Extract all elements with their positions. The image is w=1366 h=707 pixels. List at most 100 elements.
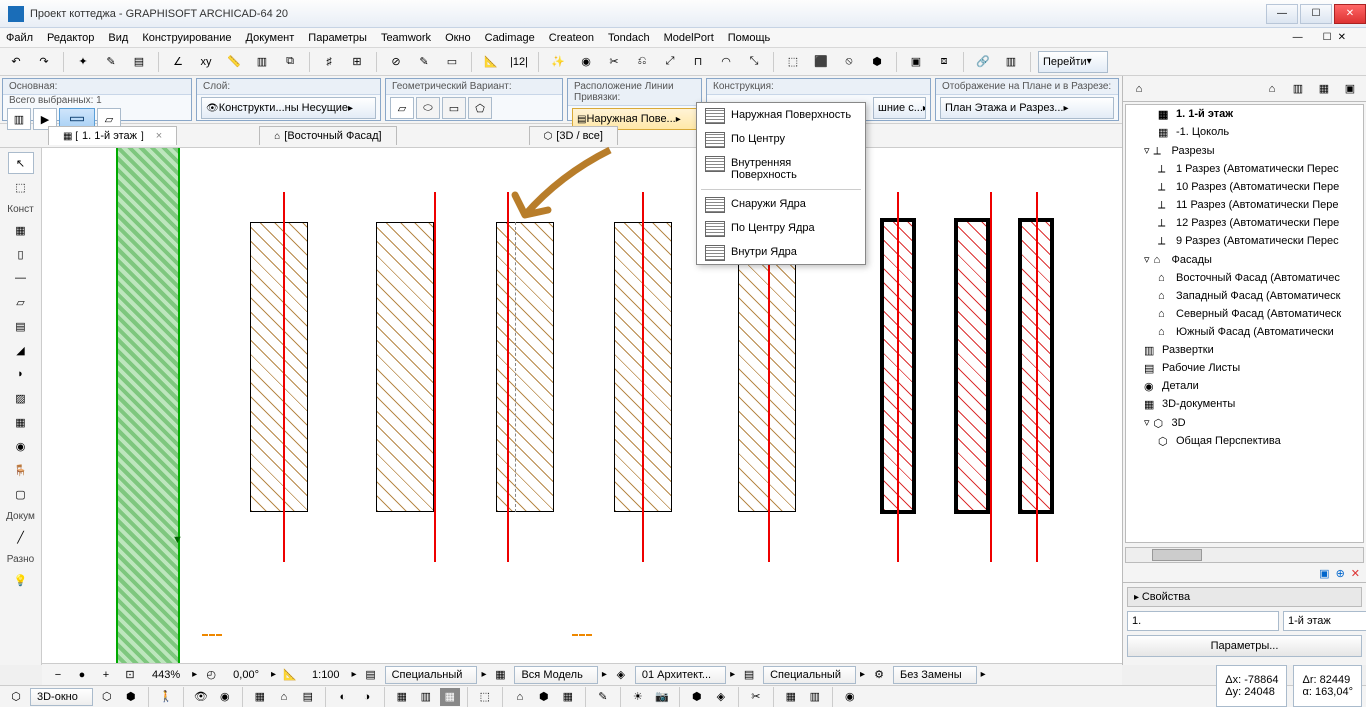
- zoom-in-button[interactable]: +: [96, 666, 116, 684]
- geo-trapezoid-button[interactable]: ▭: [442, 97, 466, 119]
- b9[interactable]: ⬚: [475, 688, 495, 706]
- nav-layouts-button[interactable]: ▦: [1312, 78, 1336, 100]
- explore-button[interactable]: 👁: [191, 688, 211, 706]
- view3d-dropdown[interactable]: 3D-окно: [30, 688, 93, 706]
- override-dropdown[interactable]: Специальный: [763, 666, 856, 684]
- orbit-button[interactable]: ◉: [215, 688, 235, 706]
- geo-curved-button[interactable]: ⬭: [416, 97, 440, 119]
- orient-button[interactable]: ◴: [201, 666, 221, 684]
- fill-button[interactable]: ▤: [127, 51, 151, 73]
- offset-button[interactable]: ◉: [574, 51, 598, 73]
- goto-dropdown[interactable]: Перейти ▾: [1038, 51, 1108, 73]
- measure-button[interactable]: 📐: [479, 51, 503, 73]
- b18[interactable]: ✂: [746, 688, 766, 706]
- new-view-button[interactable]: ▣: [1319, 567, 1329, 580]
- stair-tool[interactable]: ▤: [8, 315, 34, 337]
- mini-min-button[interactable]: —: [1293, 32, 1303, 43]
- b13[interactable]: ✎: [593, 688, 613, 706]
- mesh-tool[interactable]: ▨: [8, 387, 34, 409]
- close-button[interactable]: ✕: [1334, 4, 1366, 24]
- split-button[interactable]: ⎌: [630, 51, 654, 73]
- reno-dropdown[interactable]: Без Замены: [893, 666, 977, 684]
- nav-home-button[interactable]: ⌂: [1127, 78, 1151, 100]
- morph-tool[interactable]: ◉: [8, 435, 34, 457]
- menu-item-core-inside[interactable]: Внутри Ядра: [697, 240, 865, 264]
- menu-view[interactable]: Вид: [108, 32, 128, 44]
- xy-button[interactable]: xy: [194, 51, 218, 73]
- mini-close-button[interactable]: ✕: [1338, 32, 1346, 43]
- menu-item-center[interactable]: По Центру: [697, 127, 865, 151]
- menu-item-inner-face[interactable]: Внутренняя Поверхность: [697, 151, 865, 187]
- nav-project-button[interactable]: ⌂: [1260, 78, 1284, 100]
- menu-help[interactable]: Помощь: [728, 32, 771, 44]
- b8[interactable]: ▦: [440, 688, 460, 706]
- zoom-value[interactable]: 443%: [144, 669, 188, 681]
- resize-button[interactable]: ⤡: [742, 51, 766, 73]
- magic-button[interactable]: ✨: [546, 51, 570, 73]
- menu-window[interactable]: Окно: [445, 32, 471, 44]
- structure-dropdown[interactable]: шние с... ▸: [873, 97, 926, 119]
- penset-dropdown[interactable]: Специальный: [385, 666, 478, 684]
- beam-tool[interactable]: —: [8, 267, 34, 289]
- zoom-slider[interactable]: ●: [72, 666, 92, 684]
- column-tool[interactable]: ▯: [8, 243, 34, 265]
- b6[interactable]: ▦: [392, 688, 412, 706]
- wall-tool[interactable]: ▦: [8, 219, 34, 241]
- marquee-tool[interactable]: ⬚: [8, 176, 34, 198]
- geo-straight-button[interactable]: ▱: [390, 97, 414, 119]
- menu-modelport[interactable]: ModelPort: [664, 32, 714, 44]
- redo-button[interactable]: ↷: [32, 51, 56, 73]
- tab-elevation[interactable]: ⌂ [Восточный Фасад]: [259, 126, 396, 145]
- group-button[interactable]: ⬚: [781, 51, 805, 73]
- menu-document[interactable]: Документ: [246, 32, 295, 44]
- undo-button[interactable]: ↶: [4, 51, 28, 73]
- fillet-button[interactable]: ◠: [714, 51, 738, 73]
- ruler-button[interactable]: 📏: [222, 51, 246, 73]
- suspend2-button[interactable]: ⦸: [837, 51, 861, 73]
- layout-button[interactable]: ⧈: [932, 51, 956, 73]
- settings-dialog-button[interactable]: ▥: [7, 108, 31, 130]
- minimize-button[interactable]: —: [1266, 4, 1298, 24]
- tree-horiz-scrollbar[interactable]: [1125, 547, 1364, 563]
- angle-button[interactable]: ∠: [166, 51, 190, 73]
- project-tree[interactable]: ▦1. 1-й этаж ▦-1. Цоколь ▿⟂Разрезы ⟂1 Ра…: [1125, 104, 1364, 543]
- maximize-button[interactable]: ☐: [1300, 4, 1332, 24]
- b12[interactable]: ▦: [558, 688, 578, 706]
- b4[interactable]: ◐: [333, 688, 353, 706]
- menu-item-core-center[interactable]: По Центру Ядра: [697, 216, 865, 240]
- angle-value[interactable]: 0,00°: [225, 669, 267, 681]
- pen-button[interactable]: ✎: [99, 51, 123, 73]
- display-dropdown[interactable]: План Этажа и Разрез... ▸: [940, 97, 1114, 119]
- dim-button[interactable]: |12|: [507, 51, 531, 73]
- b14[interactable]: ☀: [628, 688, 648, 706]
- b16[interactable]: ⬢: [687, 688, 707, 706]
- menu-cadimage[interactable]: Cadimage: [485, 32, 535, 44]
- zoom-out-button[interactable]: −: [48, 666, 68, 684]
- line-tool[interactable]: ╱: [8, 526, 34, 548]
- menu-tondach[interactable]: Tondach: [608, 32, 650, 44]
- b11[interactable]: ⬢: [534, 688, 554, 706]
- shell-tool[interactable]: ◗: [8, 363, 34, 385]
- menu-design[interactable]: Конструирование: [142, 32, 231, 44]
- curtainwall-tool[interactable]: ▦: [8, 411, 34, 433]
- dialog-button[interactable]: ⧉: [278, 51, 302, 73]
- menu-item-core-outside[interactable]: Снаружи Ядра: [697, 192, 865, 216]
- edit-button[interactable]: ✎: [412, 51, 436, 73]
- intersect-button[interactable]: ⊓: [686, 51, 710, 73]
- suspend-button[interactable]: ⊘: [384, 51, 408, 73]
- guides-button[interactable]: ▥: [250, 51, 274, 73]
- arrow-tool[interactable]: ↖: [8, 152, 34, 174]
- layercombo-dropdown[interactable]: 01 Архитект...: [635, 666, 726, 684]
- slab-tool[interactable]: ▱: [8, 291, 34, 313]
- zone-tool[interactable]: ▢: [8, 483, 34, 505]
- b21[interactable]: ◉: [840, 688, 860, 706]
- menu-options[interactable]: Параметры: [308, 32, 367, 44]
- drawing-canvas[interactable]: ▼: [42, 148, 1122, 665]
- b7[interactable]: ▥: [416, 688, 436, 706]
- grid-button[interactable]: ♯: [317, 51, 341, 73]
- b10[interactable]: ⌂: [510, 688, 530, 706]
- ungroup-button[interactable]: ⬛: [809, 51, 833, 73]
- scale-value[interactable]: 1:100: [304, 669, 348, 681]
- props-name-input[interactable]: [1283, 611, 1366, 631]
- window-button[interactable]: ▣: [904, 51, 928, 73]
